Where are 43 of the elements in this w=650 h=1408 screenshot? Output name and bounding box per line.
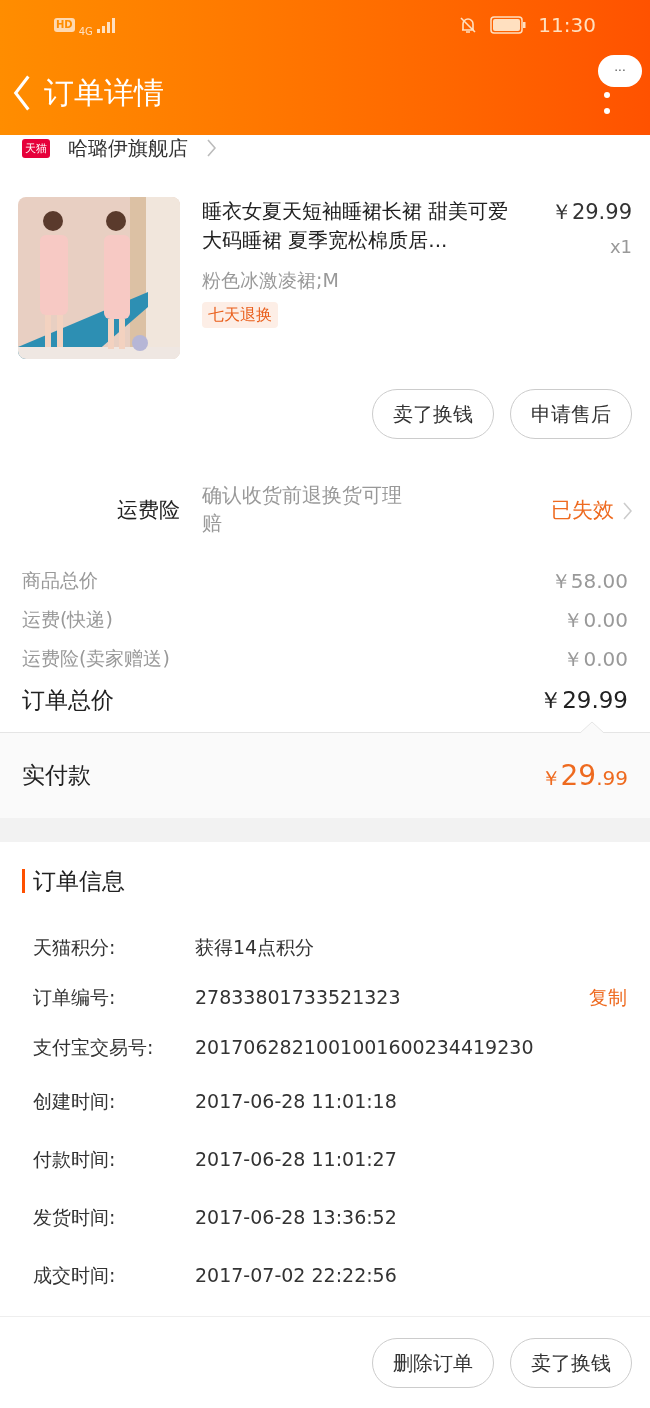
- info-value: 27833801733521323: [195, 984, 402, 1010]
- info-label: 天猫积分:: [33, 934, 117, 960]
- page-title: 订单详情: [44, 74, 164, 112]
- info-label: 订单编号:: [33, 984, 117, 1010]
- store-badge: 天猫: [22, 138, 50, 158]
- product-quantity: x1: [609, 234, 632, 259]
- info-label: 付款时间:: [33, 1146, 117, 1172]
- cost-label: 运费险(卖家赠送): [22, 646, 170, 672]
- action-button[interactable]: 删除订单: [372, 1337, 494, 1388]
- return-tag: 七天退换: [202, 302, 278, 328]
- network-label: 4G: [78, 27, 93, 37]
- status-time: 11:30: [538, 12, 596, 39]
- info-label: 支付宝交易号:: [33, 1034, 155, 1060]
- info-label: 成交时间:: [33, 1262, 117, 1288]
- info-value: 2017-06-28 11:01:18: [195, 1088, 398, 1114]
- cost-label: 运费(快递): [22, 607, 113, 633]
- insurance-description: 确认收货前退换货可理赔: [202, 482, 403, 537]
- cost-value: ￥0.00: [563, 645, 628, 673]
- product-price: ￥29.99: [550, 199, 632, 226]
- info-value: 2017-06-28 13:36:52: [195, 1204, 398, 1230]
- cost-value: ￥0.00: [563, 606, 628, 634]
- store-name[interactable]: 哈璐伊旗舰店: [68, 133, 188, 163]
- product-title[interactable]: 睡衣女夏天短袖睡裙长裙 甜美可爱大码睡裙 夏季宽松棉质居...: [202, 197, 520, 260]
- more-button[interactable]: ···: [598, 55, 642, 87]
- action-button[interactable]: 卖了换钱: [510, 1337, 632, 1388]
- info-value: 获得14点积分: [195, 934, 316, 960]
- total-label: 订单总价: [22, 685, 114, 715]
- info-value: 2017-07-02 22:22:56: [195, 1262, 398, 1288]
- insurance-label: 运费险: [116, 497, 180, 524]
- paid-amount: ￥29.99: [540, 757, 628, 794]
- action-button[interactable]: 申请售后: [510, 389, 632, 439]
- section-title: 订单信息: [33, 866, 125, 896]
- info-value: 2017-06-28 11:01:27: [195, 1146, 398, 1172]
- cost-label: 商品总价: [22, 568, 98, 594]
- paid-label: 实付款: [22, 761, 91, 791]
- info-value: 2017062821001001600234419230: [195, 1034, 535, 1060]
- cost-value: ￥58.00: [550, 567, 628, 595]
- total-value: ￥29.99: [539, 685, 628, 715]
- info-label: 发货时间:: [33, 1204, 117, 1230]
- info-label: 创建时间:: [33, 1088, 117, 1114]
- hd-badge: HD: [54, 18, 75, 32]
- action-button[interactable]: 卖了换钱: [372, 389, 494, 439]
- product-variant: 粉色冰激凌裙;M: [202, 267, 340, 293]
